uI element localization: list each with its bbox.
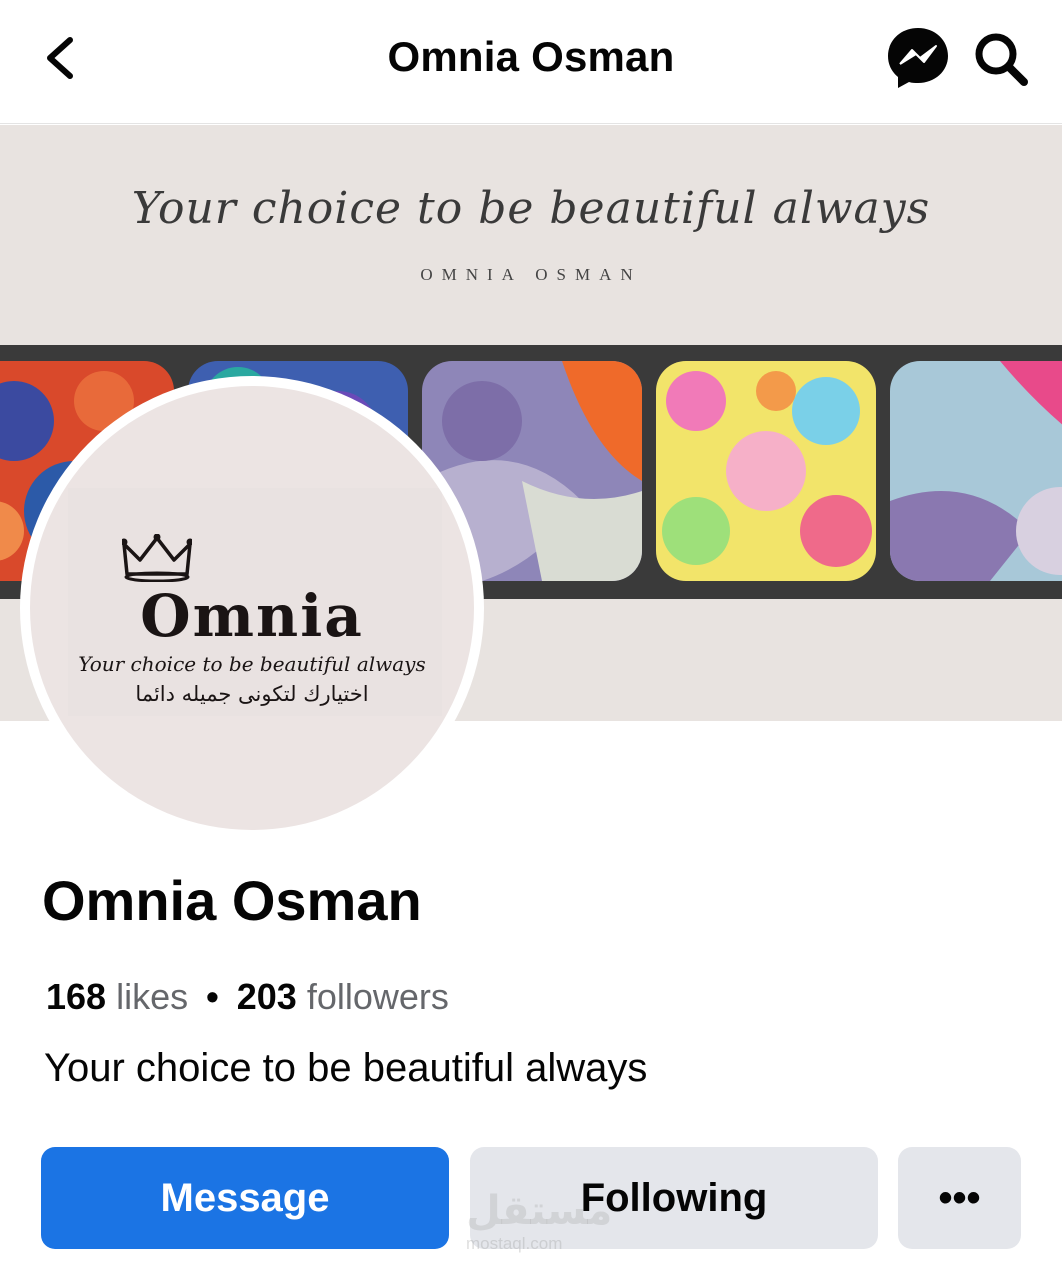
messenger-button[interactable]: [886, 26, 950, 90]
more-options-button[interactable]: •••: [898, 1147, 1021, 1249]
watermark-logo: مستقل: [466, 1189, 613, 1233]
message-button[interactable]: Message: [41, 1147, 449, 1249]
scarf-image: [656, 361, 876, 581]
cover-brand: OMNIA OSMAN: [420, 265, 642, 284]
stats-separator: •: [206, 976, 219, 1017]
search-button[interactable]: [972, 30, 1030, 88]
profile-avatar[interactable]: Omnia Your choice to be beautiful always…: [20, 376, 484, 840]
logo-arabic-tagline: اختيارك لتكونى جميله دائما: [135, 682, 369, 706]
logo-tagline: Your choice to be beautiful always: [78, 652, 426, 676]
cover-tagline: Your choice to be beautiful always: [131, 183, 931, 234]
followers-count[interactable]: 203: [237, 976, 297, 1017]
followers-label[interactable]: followers: [307, 976, 449, 1017]
likes-count: 168: [46, 976, 107, 1017]
avatar-image: Omnia Your choice to be beautiful always…: [30, 386, 474, 830]
crown-icon: [122, 534, 192, 582]
search-icon: [975, 33, 1028, 86]
logo-name: Omnia: [140, 582, 364, 650]
top-bar: Omnia Osman: [0, 0, 1062, 124]
scarf-image: [890, 361, 1062, 581]
messenger-icon: [888, 28, 948, 88]
watermark-url: mostaql.com: [466, 1234, 563, 1253]
page-stats: 168 likes • 203 followers: [46, 976, 449, 1018]
likes-label: likes: [116, 976, 189, 1017]
page-title: Omnia Osman: [42, 869, 422, 932]
page-bio: Your choice to be beautiful always: [44, 1046, 648, 1090]
